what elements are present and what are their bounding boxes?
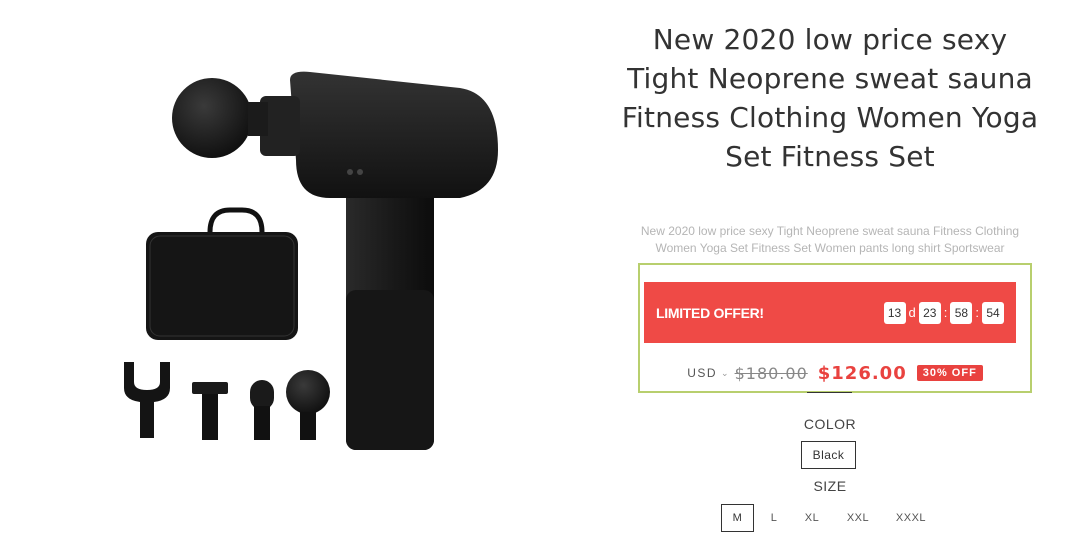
size-option-xxxl[interactable]: XXXL [891,504,931,532]
countdown-timer: 13 d 23 : 58 : 54 [883,301,1004,324]
countdown-days: 13 [883,301,906,324]
divider [807,392,852,393]
countdown-separator: : [943,305,948,320]
size-option-m[interactable]: M [721,504,754,532]
countdown-days-unit: d [908,305,916,320]
discount-badge: 30% OFF [916,365,983,381]
massage-gun-image [124,71,498,450]
product-image[interactable] [100,60,520,460]
product-title: New 2020 low price sexy Tight Neoprene s… [621,23,1039,173]
color-option-black[interactable]: Black [801,441,856,469]
limited-offer-bar: LIMITED OFFER! 13 d 23 : 58 : 54 [644,282,1016,343]
size-option-xl[interactable]: XL [798,504,826,532]
product-subtitle: New 2020 low price sexy Tight Neoprene s… [640,224,1020,255]
countdown-hours: 23 [918,301,941,324]
limited-offer-label: LIMITED OFFER! [656,304,764,321]
size-option-xxl[interactable]: XXL [841,504,875,532]
price-row: USD ⌄ $180.00 $126.00 30% OFF [640,359,1030,387]
color-label: COLOR [803,416,857,432]
size-label: SIZE [813,478,847,494]
chevron-down-icon[interactable]: ⌄ [721,368,729,379]
original-price: $180.00 [734,363,808,383]
size-option-l[interactable]: L [764,504,784,532]
countdown-separator: : [975,305,979,320]
sale-price: $126.00 [817,362,907,384]
currency-selector[interactable]: USD [687,366,717,380]
countdown-seconds: 54 [982,301,1004,324]
countdown-minutes: 58 [950,301,973,324]
